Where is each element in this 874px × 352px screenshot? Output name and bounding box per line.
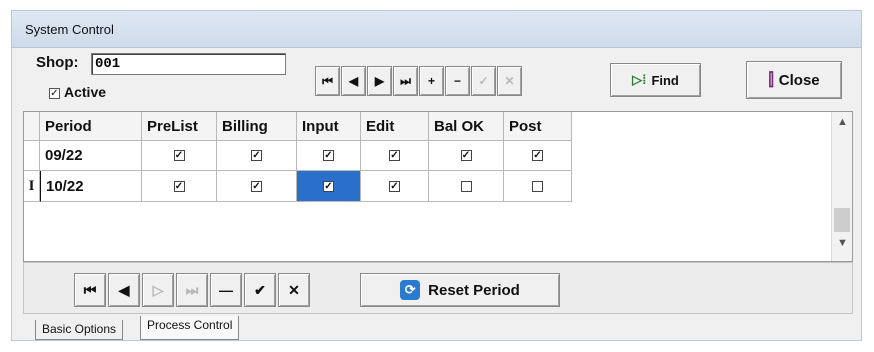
checked-checkbox-icon[interactable]: ✓	[323, 180, 334, 192]
grid-header-post[interactable]: Post	[504, 112, 572, 141]
unchecked-checkbox-icon[interactable]	[532, 180, 543, 192]
grid-header-billing[interactable]: Billing	[217, 112, 297, 141]
grid-scrollbar[interactable]: ▲ ▼	[831, 112, 852, 261]
active-checkbox[interactable]: ✓	[49, 88, 60, 99]
grid-checkbox-cell[interactable]: ✓	[142, 141, 217, 171]
post-record-button[interactable]: ✓	[471, 66, 496, 96]
insert-record-button[interactable]: +	[419, 66, 444, 96]
period-navigator: ⏮ ◀ ▷ ⏭ — ✔ ✕ ⟳ Reset Period	[23, 262, 853, 314]
checked-checkbox-icon[interactable]: ✓	[323, 150, 334, 161]
checked-checkbox-icon[interactable]: ✓	[389, 150, 400, 161]
grid-checkbox-cell[interactable]	[504, 171, 572, 202]
find-icon: ▷⁞	[632, 72, 647, 87]
first-record-button[interactable]: ⏮	[315, 66, 340, 96]
grid-checkbox-cell[interactable]	[429, 171, 504, 202]
close-button[interactable]: ⫿ Close	[746, 61, 842, 99]
grid-header-period[interactable]: Period	[40, 112, 142, 141]
period-cell[interactable]: 10/22	[40, 171, 142, 202]
tab-basic-options[interactable]: Basic Options	[35, 320, 124, 340]
grid-checkbox-cell[interactable]: ✓	[142, 171, 217, 202]
door-icon: ⫿	[768, 70, 774, 89]
prior-period-button[interactable]: ◀	[108, 273, 140, 307]
grid-checkbox-cell[interactable]: ✓	[297, 171, 361, 202]
grid-checkbox-cell[interactable]: ✓	[297, 141, 361, 171]
period-cell[interactable]: 09/22	[40, 141, 142, 171]
delete-record-button[interactable]: −	[445, 66, 470, 96]
next-period-button[interactable]: ▷	[142, 273, 174, 307]
row-indicator[interactable]: I	[24, 171, 40, 202]
checked-checkbox-icon[interactable]: ✓	[251, 150, 262, 161]
checked-checkbox-icon[interactable]: ✓	[173, 150, 185, 161]
cancel-record-button[interactable]: ✕	[497, 66, 522, 96]
period-grid: Period PreList Billing Input Edit Bal OK Post 0…	[23, 111, 853, 262]
grid-header-edit[interactable]: Edit	[361, 112, 429, 141]
grid-header-input[interactable]: Input	[297, 112, 361, 141]
active-label: Active	[64, 84, 107, 100]
scroll-down-icon[interactable]: ▼	[837, 237, 848, 249]
window-title: System Control	[25, 22, 114, 37]
delete-period-button[interactable]: —	[210, 273, 242, 307]
grid-checkbox-cell[interactable]: ✓	[361, 171, 429, 202]
tab-process-control[interactable]: Process Control	[140, 316, 240, 340]
next-record-button[interactable]: ▶	[367, 66, 392, 96]
scroll-thumb[interactable]	[834, 208, 850, 232]
grid-checkbox-cell[interactable]: ✓	[429, 141, 504, 171]
last-period-button[interactable]: ⏭	[176, 273, 208, 307]
post-period-button[interactable]: ✔	[244, 273, 276, 307]
checked-checkbox-icon[interactable]: ✓	[251, 180, 262, 192]
grid-checkbox-cell[interactable]: ✓	[217, 141, 297, 171]
reset-icon: ⟳	[400, 280, 421, 300]
scroll-up-icon[interactable]: ▲	[837, 116, 848, 128]
shop-input[interactable]: 001	[91, 53, 286, 75]
reset-period-button[interactable]: ⟳ Reset Period	[360, 273, 560, 307]
title-bar[interactable]: System Control	[12, 11, 861, 48]
checked-checkbox-icon[interactable]: ✓	[173, 180, 185, 192]
grid-header-bal-ok[interactable]: Bal OK	[429, 112, 504, 141]
unchecked-checkbox-icon[interactable]	[460, 180, 472, 192]
grid-checkbox-cell[interactable]: ✓	[504, 141, 572, 171]
grid-header-prelist[interactable]: PreList	[142, 112, 217, 141]
system-control-window: System Control Shop: 001 ✓ Active ⏮ ◀ ▶ ⏭ + −…	[11, 10, 862, 341]
first-period-button[interactable]: ⏮	[74, 273, 106, 307]
shop-label: Shop:	[36, 54, 79, 71]
prior-record-button[interactable]: ◀	[341, 66, 366, 96]
checked-checkbox-icon[interactable]: ✓	[389, 180, 400, 192]
checked-checkbox-icon[interactable]: ✓	[532, 150, 543, 161]
row-indicator[interactable]	[24, 141, 40, 171]
cancel-period-button[interactable]: ✕	[278, 273, 310, 307]
find-button[interactable]: ▷⁞ Find	[610, 63, 701, 97]
grid-checkbox-cell[interactable]: ✓	[361, 141, 429, 171]
grid-header-indicator	[24, 112, 40, 141]
checked-checkbox-icon[interactable]: ✓	[460, 150, 472, 161]
last-record-button[interactable]: ⏭	[393, 66, 418, 96]
grid-checkbox-cell[interactable]: ✓	[217, 171, 297, 202]
